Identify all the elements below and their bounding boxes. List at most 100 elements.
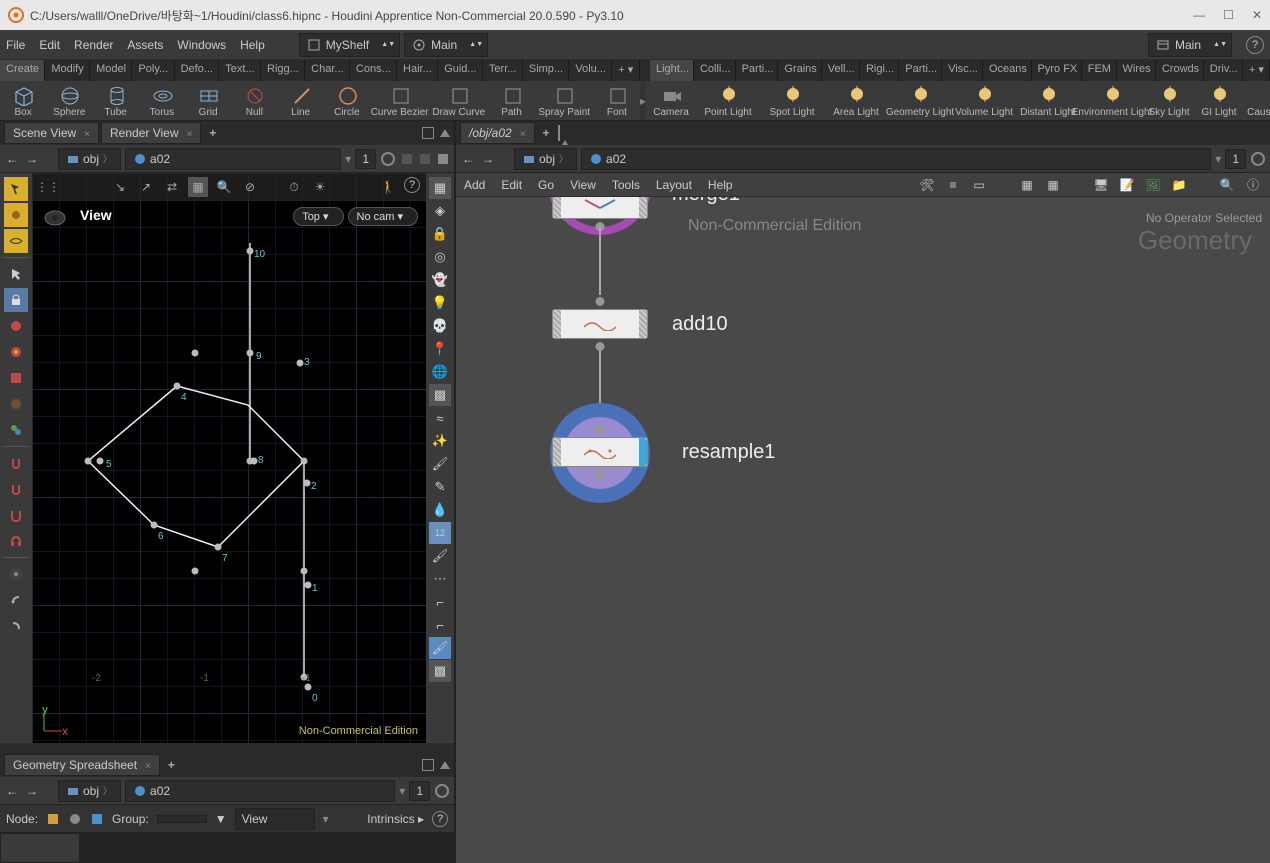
tool-null[interactable]: Null	[231, 81, 277, 120]
monitor-icon[interactable]: 🖥	[1092, 176, 1110, 194]
page-icon[interactable]: ▭	[970, 176, 988, 194]
tool-circle[interactable]: Circle	[324, 81, 370, 120]
opt3-icon[interactable]	[436, 152, 450, 166]
tooltab[interactable]: Rigg...	[261, 60, 305, 81]
opt-icon[interactable]: ⌐	[429, 591, 451, 613]
tool-arrow-icon[interactable]	[4, 262, 28, 286]
path-node[interactable]: a02	[581, 148, 1211, 170]
tool-spray-paint[interactable]: Spray Paint	[535, 81, 594, 120]
tool-draw-curve[interactable]: Draw Curve	[429, 81, 488, 120]
tab-scene-view[interactable]: Scene View×	[4, 122, 99, 144]
tooltab[interactable]: Modify	[45, 60, 90, 81]
menu-file[interactable]: File	[6, 38, 25, 52]
tool-environment-light[interactable]: Environment Light	[1080, 81, 1144, 120]
pin-number[interactable]: 1	[355, 149, 376, 169]
tool-line[interactable]: Line	[278, 81, 324, 120]
gear-dark-icon[interactable]	[4, 562, 28, 586]
image-icon[interactable]: 🖼	[1144, 176, 1162, 194]
tooltab[interactable]: Grains	[778, 60, 821, 81]
grid2-icon[interactable]: ▦	[1044, 176, 1062, 194]
tooltab[interactable]: Char...	[305, 60, 350, 81]
ghost-icon[interactable]: 👻	[429, 269, 451, 291]
close-tab-icon[interactable]: ×	[186, 129, 192, 140]
bulb-icon[interactable]: 💡	[429, 292, 451, 314]
group-field[interactable]	[157, 815, 207, 823]
maximize-button[interactable]: ☐	[1223, 8, 1234, 22]
input-port[interactable]	[596, 297, 605, 306]
tooltab[interactable]: Driv...	[1204, 60, 1243, 81]
tool-geometry-light[interactable]: Geometry Light	[888, 81, 952, 120]
vp-ico[interactable]: ↗	[136, 177, 156, 197]
camera-widget-icon[interactable]	[42, 207, 68, 229]
tooltab[interactable]: Pyro FX	[1032, 60, 1082, 81]
scene-viewport[interactable]: ⋮⋮ ↘ ↗ ⇄ ▦ 🔍 ⊘ ⏱ ☀ 🚶 ?	[32, 173, 426, 743]
wire-icon[interactable]: ≈	[429, 407, 451, 429]
tooltab-add[interactable]: + ▾	[612, 60, 640, 81]
filter-icon[interactable]: ▼	[215, 812, 227, 826]
help-icon[interactable]: ?	[1246, 36, 1264, 54]
checker2-icon[interactable]: ▩	[429, 660, 451, 682]
wand-icon[interactable]: ✨	[429, 430, 451, 452]
tooltab[interactable]: Text...	[219, 60, 261, 81]
tool-curve-bezier[interactable]: Curve Bezier	[370, 81, 429, 120]
menu-assets[interactable]: Assets	[127, 38, 163, 52]
path-node[interactable]: a02	[125, 780, 395, 802]
vp-help-icon[interactable]: ?	[404, 177, 420, 193]
display-opt-icon[interactable]: ◎	[429, 246, 451, 268]
search-icon[interactable]: 🔍	[1218, 176, 1236, 194]
nav-fwd-icon[interactable]: →	[480, 152, 496, 166]
net-menu-view[interactable]: View	[570, 178, 596, 192]
tool-area-light[interactable]: Area Light	[824, 81, 888, 120]
folder-icon[interactable]: 📁	[1170, 176, 1188, 194]
tab-geometry-spreadsheet[interactable]: Geometry Spreadsheet×	[4, 754, 160, 776]
node-merge1[interactable]: merge1	[552, 197, 648, 219]
node-resample1[interactable]: resample1	[552, 437, 648, 467]
tool-secure-icon[interactable]	[4, 288, 28, 312]
tab-network[interactable]: /obj/a02×	[460, 122, 535, 144]
view-dropdown[interactable]: View	[235, 808, 315, 830]
brush-icon[interactable]: 🖌	[429, 453, 451, 475]
tooltab[interactable]: Cons...	[350, 60, 397, 81]
tooltab[interactable]: Hair...	[397, 60, 438, 81]
nav-fwd-icon[interactable]: →	[24, 152, 40, 166]
tooltab[interactable]: Defo...	[175, 60, 220, 81]
lock-icon[interactable]: 🔒	[429, 223, 451, 245]
tooltab[interactable]: Model	[90, 60, 132, 81]
spreadsheet-grid[interactable]	[0, 833, 454, 863]
opt2-icon[interactable]	[418, 152, 432, 166]
menu-help[interactable]: Help	[240, 38, 265, 52]
tool-font[interactable]: Font	[594, 81, 640, 120]
menu-windows[interactable]: Windows	[177, 38, 226, 52]
wrench-icon[interactable]: 🛠	[918, 176, 936, 194]
display-opt-icon[interactable]: ◈	[429, 200, 451, 222]
clock-icon[interactable]: ⏱	[284, 177, 304, 197]
snap-point-icon[interactable]	[4, 314, 28, 338]
net-menu-layout[interactable]: Layout	[656, 178, 692, 192]
sun-icon[interactable]: ☀	[310, 177, 330, 197]
magnet-icon[interactable]	[4, 451, 28, 475]
net-menu-add[interactable]: Add	[464, 178, 485, 192]
display-opt-icon[interactable]: ▦	[429, 177, 451, 199]
tooltab[interactable]: Parti...	[736, 60, 779, 81]
nav-back-icon[interactable]: ←	[4, 152, 20, 166]
shelf-selector-main2[interactable]: Main ▲▼	[1148, 33, 1232, 57]
menu-render[interactable]: Render	[74, 38, 113, 52]
minimize-button[interactable]: —	[1193, 8, 1205, 22]
tooltab[interactable]: Parti...	[899, 60, 942, 81]
tool-spot-light[interactable]: Spot Light	[760, 81, 824, 120]
pane-menu-icon[interactable]	[440, 761, 450, 769]
path-root[interactable]: obj〉	[58, 148, 121, 170]
tooltab[interactable]: FEM	[1082, 60, 1117, 81]
add-tab-button[interactable]: +	[162, 756, 181, 774]
tab-render-view[interactable]: Render View×	[101, 122, 201, 144]
grid-icon[interactable]: ▦	[1018, 176, 1036, 194]
nav-back-icon[interactable]: ←	[460, 152, 476, 166]
checker-icon[interactable]: ▩	[429, 384, 451, 406]
magnet2-icon[interactable]	[4, 477, 28, 501]
redo-icon[interactable]	[4, 614, 28, 638]
path-root[interactable]: obj〉	[514, 148, 577, 170]
brush2-icon[interactable]: 🖌	[429, 545, 451, 567]
tooltab[interactable]: Oceans	[983, 60, 1032, 81]
attr-type-icon[interactable]	[68, 812, 82, 826]
person-icon[interactable]: 🚶	[378, 177, 398, 197]
